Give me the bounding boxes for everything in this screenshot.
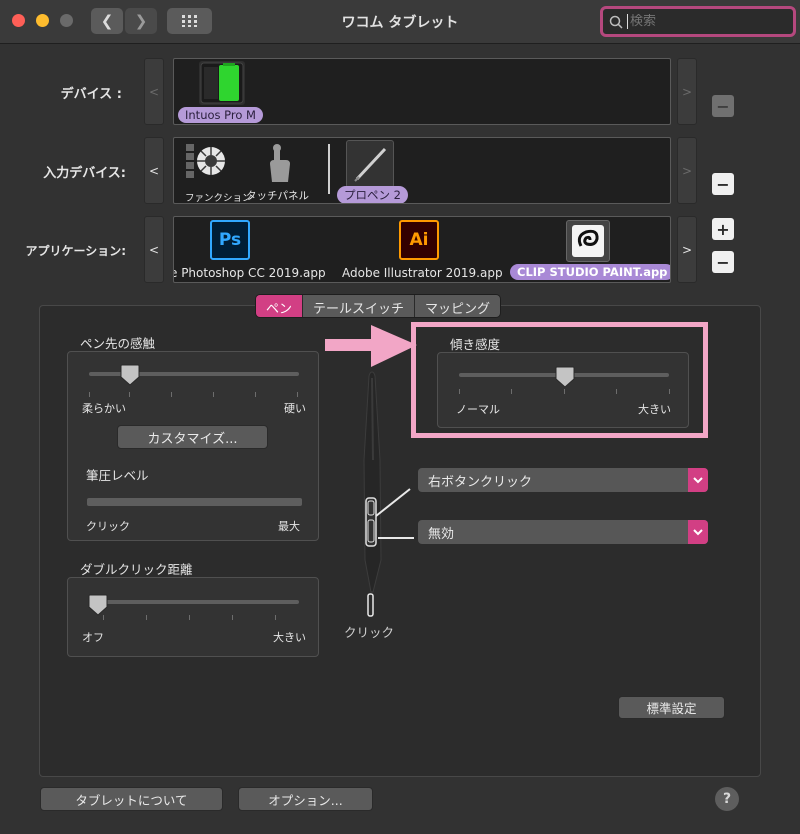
large-label: 大きい xyxy=(638,403,671,416)
clip-studio-icon[interactable] xyxy=(566,220,610,262)
search-box[interactable] xyxy=(600,6,796,37)
tab-mapping[interactable]: マッピング xyxy=(414,295,501,317)
devices-label: デバイス : xyxy=(60,87,122,102)
default-settings-button[interactable]: 標準設定 xyxy=(618,696,725,719)
device-item-intuos[interactable] xyxy=(199,61,245,105)
illustrator-icon[interactable]: Ai xyxy=(399,220,439,260)
input-device-touch[interactable]: タッチパネル xyxy=(242,140,318,202)
devices-scroll-right[interactable]: > xyxy=(677,58,697,125)
large-label: 大きい xyxy=(273,631,306,644)
click-label: クリック xyxy=(86,520,130,533)
help-button[interactable]: ? xyxy=(715,787,739,811)
chevron-down-icon xyxy=(688,520,708,544)
app-label-clip-studio[interactable]: CLIP STUDIO PAINT.app xyxy=(510,264,670,280)
double-click-group: オフ 大きい xyxy=(67,577,319,657)
double-click-slider-track[interactable] xyxy=(89,600,299,604)
function-icon xyxy=(186,144,225,178)
device-name-badge[interactable]: Intuos Pro M xyxy=(178,107,263,123)
search-input[interactable] xyxy=(627,14,777,29)
pen-feel-title: ペン先の感触 xyxy=(80,336,156,351)
remove-device-button[interactable]: − xyxy=(712,95,734,117)
options-button[interactable]: オプション... xyxy=(238,787,373,811)
firm-label: 硬い xyxy=(284,402,306,415)
upper-button-value: 右ボタンクリック xyxy=(428,474,533,490)
button-leader-lines xyxy=(375,488,414,539)
input-device-function[interactable]: ファンクション xyxy=(180,140,252,203)
tilt-group: ノーマル 大きい xyxy=(437,352,689,428)
tablet-icon xyxy=(200,62,244,104)
input-device-pen[interactable] xyxy=(346,140,394,188)
chevron-down-icon xyxy=(688,468,708,492)
double-click-slider-thumb[interactable] xyxy=(88,594,108,616)
title-bar: ❮ ❯ ワコム タブレット xyxy=(0,0,800,44)
applications-label: アプリケーション: xyxy=(25,244,126,258)
pen-feel-group: 柔らかい 硬い カスタマイズ... 筆圧レベル クリック 最大 xyxy=(67,351,319,541)
remove-application-button[interactable]: − xyxy=(712,251,734,273)
tab-bar: ペン テールスイッチ マッピング xyxy=(255,294,502,318)
applications-scroll-right[interactable]: > xyxy=(677,216,697,283)
input-devices-scroll-right[interactable]: > xyxy=(677,137,697,204)
max-label: 最大 xyxy=(278,520,300,533)
input-devices-label: 入力デバイス: xyxy=(43,166,126,181)
clip-studio-logo-icon xyxy=(572,225,604,257)
app-label-illustrator[interactable]: Adobe Illustrator 2019.app xyxy=(342,266,503,280)
input-devices-strip: ファンクション タッチパネル プロペン 2 xyxy=(173,137,671,204)
applications-strip: Ps e Photoshop CC 2019.app Ai Adobe Illu… xyxy=(173,216,671,283)
off-label: オフ xyxy=(82,631,104,644)
pen-icon xyxy=(354,147,387,182)
tilt-sensitivity-title: 傾き感度 xyxy=(450,337,501,352)
tab-tail-switch[interactable]: テールスイッチ xyxy=(302,295,415,317)
input-device-label: タッチパネル xyxy=(246,190,309,202)
about-tablet-button[interactable]: タブレットについて xyxy=(40,787,223,811)
customize-button[interactable]: カスタマイズ... xyxy=(117,425,268,449)
lower-button-value: 無効 xyxy=(428,526,455,542)
devices-strip: Intuos Pro M xyxy=(173,58,671,125)
upper-button-dropdown[interactable]: 右ボタンクリック xyxy=(418,468,708,492)
touch-icon xyxy=(270,144,290,182)
normal-label: ノーマル xyxy=(456,403,500,416)
app-label-photoshop[interactable]: e Photoshop CC 2019.app xyxy=(174,266,326,280)
tilt-slider-thumb[interactable] xyxy=(555,366,575,388)
tab-pen[interactable]: ペン xyxy=(256,295,303,317)
divider xyxy=(328,144,330,194)
pressure-level-bar xyxy=(87,498,302,506)
photoshop-icon[interactable]: Ps xyxy=(210,220,250,260)
selected-pen-badge[interactable]: プロペン 2 xyxy=(337,186,408,203)
double-click-title: ダブルクリック距離 xyxy=(80,562,193,577)
input-devices-scroll-left[interactable]: < xyxy=(144,137,164,204)
tip-click-label: クリック xyxy=(344,625,395,640)
add-application-button[interactable]: + xyxy=(712,218,734,240)
soft-label: 柔らかい xyxy=(82,402,126,415)
devices-scroll-left[interactable]: < xyxy=(144,58,164,125)
remove-input-device-button[interactable]: − xyxy=(712,173,734,195)
lower-button-dropdown[interactable]: 無効 xyxy=(418,520,708,544)
search-icon xyxy=(609,15,623,29)
pink-arrow-icon xyxy=(325,325,417,367)
pressure-level-title: 筆圧レベル xyxy=(86,468,149,483)
applications-scroll-left[interactable]: < xyxy=(144,216,164,283)
pen-feel-slider-thumb[interactable] xyxy=(120,364,140,386)
